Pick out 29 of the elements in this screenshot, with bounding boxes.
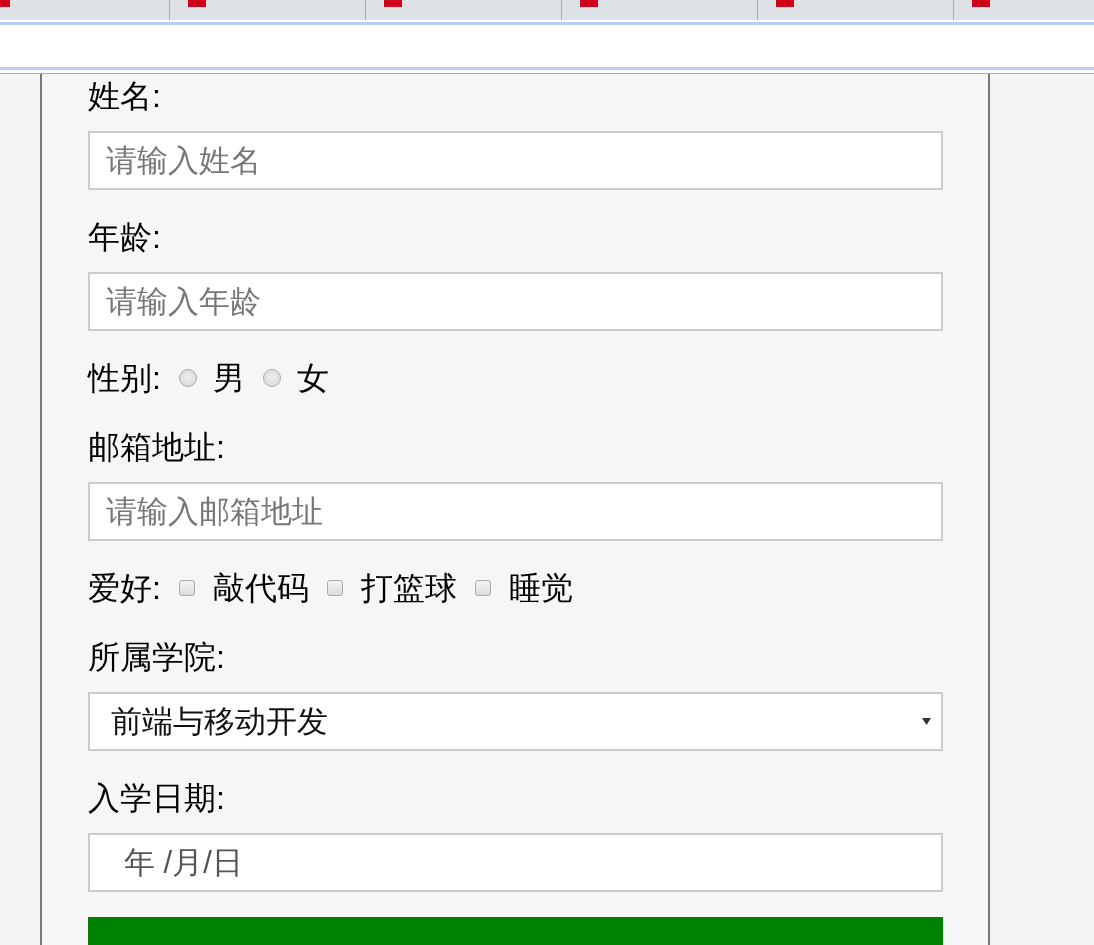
- page-icon: [580, 0, 598, 7]
- field-label: 姓名:: [88, 77, 162, 116]
- input-field[interactable]: 请输入邮箱地址: [88, 482, 943, 541]
- field-label: 入学日期:: [88, 779, 226, 818]
- caret-icon: [922, 718, 931, 725]
- option-label[interactable]: 敲代码: [212, 566, 309, 610]
- option-label[interactable]: 打篮球: [360, 566, 457, 610]
- option-label[interactable]: 女: [296, 356, 329, 400]
- dropdown[interactable]: 前端与移动开发: [88, 692, 943, 751]
- field-label: 邮箱地址:: [88, 428, 226, 467]
- checkbox[interactable]: [326, 580, 343, 596]
- radio-button[interactable]: [178, 369, 197, 387]
- page-icon: [776, 0, 794, 7]
- radio-button[interactable]: [262, 369, 281, 387]
- checkbox[interactable]: [178, 580, 195, 596]
- field-label: 所属学院:: [88, 638, 226, 677]
- date-field[interactable]: 年 /月/日: [88, 833, 943, 892]
- page-icon: [188, 0, 206, 7]
- field-label: 性别:: [88, 359, 161, 398]
- page-icon: [384, 0, 402, 7]
- field-label: 年龄:: [88, 218, 162, 257]
- checkbox[interactable]: [474, 580, 491, 596]
- page-icon: [972, 0, 990, 7]
- input-field[interactable]: 请输入年龄: [88, 272, 943, 331]
- field-label: 爱好:: [88, 569, 161, 608]
- browser-tab[interactable]: [0, 0, 170, 20]
- input-field[interactable]: 请输入姓名: [88, 131, 943, 190]
- option-label[interactable]: 男: [212, 356, 245, 400]
- option-label[interactable]: 睡觉: [508, 566, 573, 610]
